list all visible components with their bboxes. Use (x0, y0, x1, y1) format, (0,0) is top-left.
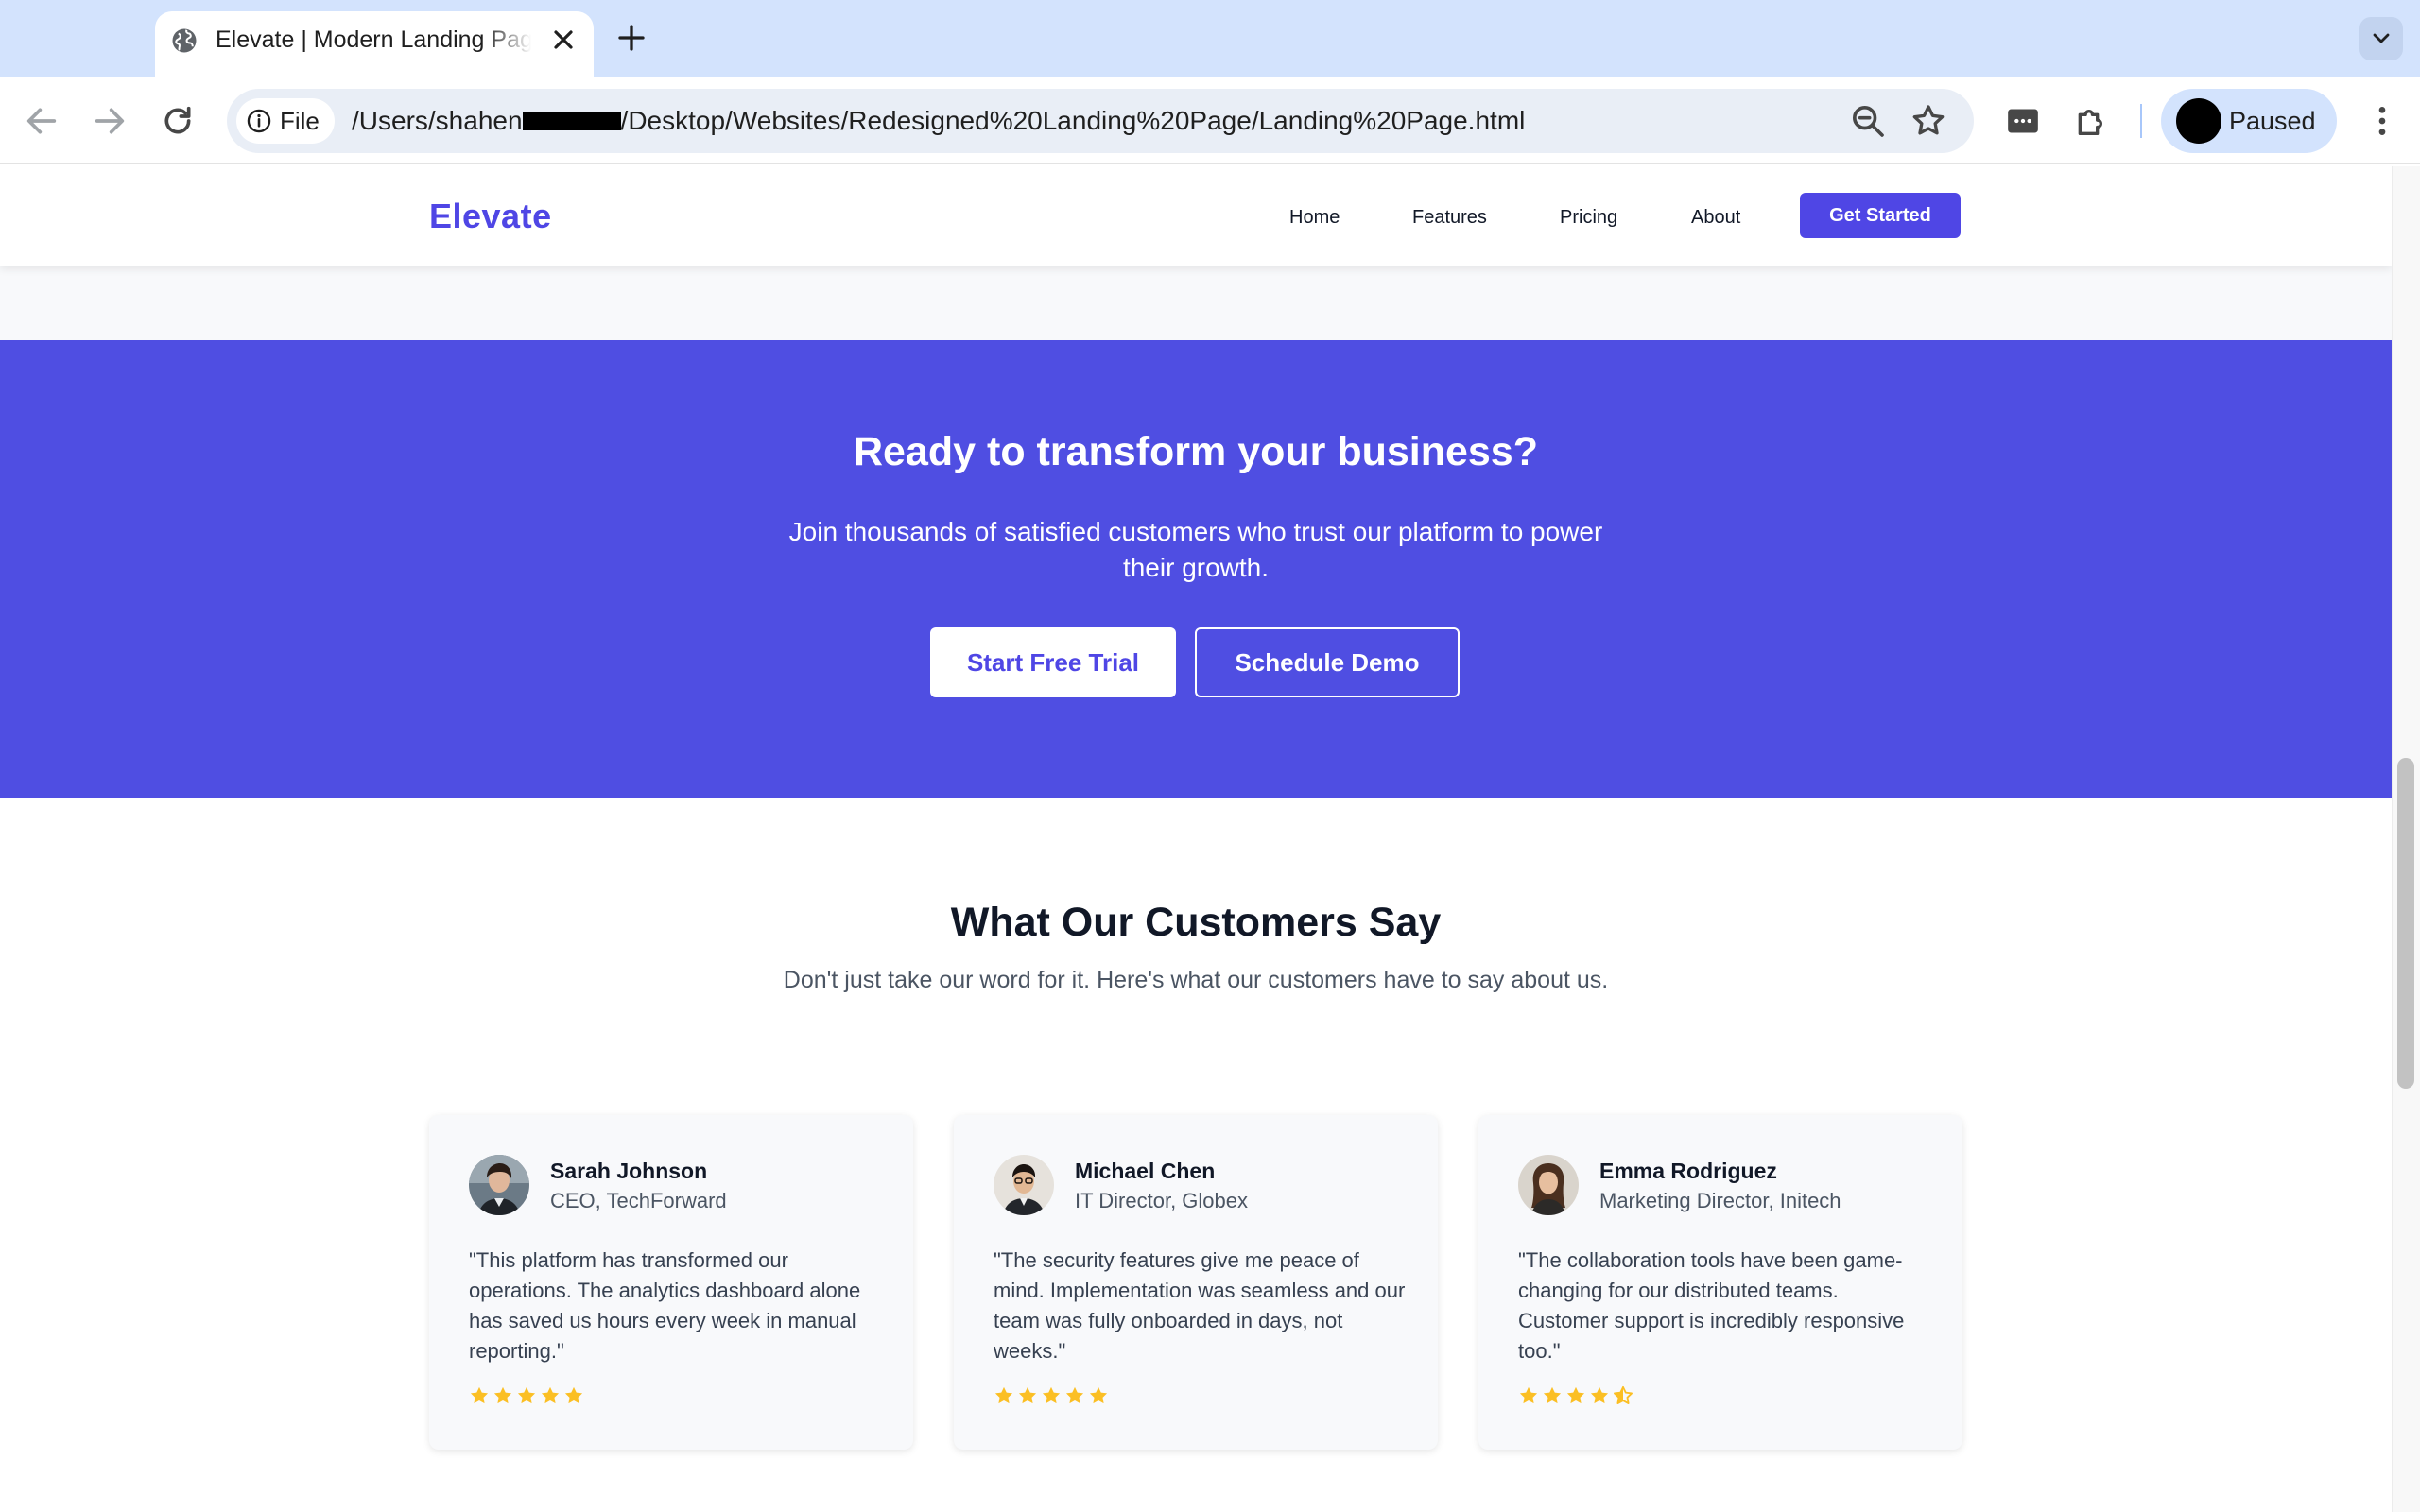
password-manager-icon[interactable] (2004, 102, 2042, 140)
person-photo (469, 1155, 529, 1215)
person-role: IT Director, Globex (1075, 1189, 1248, 1212)
extensions-puzzle-icon[interactable] (2072, 102, 2110, 140)
star-icon (493, 1386, 512, 1404)
url-text[interactable]: /Users/shahen/Desktop/Websites/Redesigne… (352, 102, 1525, 140)
avatar (1518, 1155, 1579, 1215)
star-icon (564, 1386, 583, 1404)
star-icon (1018, 1386, 1037, 1404)
star-rating (469, 1385, 584, 1412)
close-icon[interactable] (548, 25, 579, 55)
testimonial-quote: "The security features give me peace of … (994, 1248, 1406, 1363)
cta-title: Ready to transform your business? (854, 429, 1538, 474)
tab-title: Elevate | Modern Landing Page (216, 26, 531, 53)
section-gap (0, 266, 2392, 340)
person-photo (1518, 1155, 1579, 1215)
person-name: Michael Chen (1075, 1159, 1216, 1183)
testimonial-quote: "The collaboration tools have been game-… (1518, 1248, 1905, 1363)
star-icon (1065, 1386, 1084, 1404)
globe-icon (172, 28, 197, 53)
person-name: Sarah Johnson (550, 1159, 708, 1183)
star-icon (1543, 1386, 1562, 1404)
star-icon (1566, 1386, 1585, 1404)
toolbar-separator (2140, 104, 2142, 138)
tab-search-button[interactable] (2360, 17, 2403, 60)
forward-arrow-icon[interactable] (91, 102, 129, 140)
schedule-demo-button[interactable]: Schedule Demo (1195, 627, 1460, 697)
star-icon (1590, 1386, 1609, 1404)
testimonial-card: Emma Rodriguez Marketing Director, Inite… (1478, 1115, 1962, 1450)
star-rating (1518, 1385, 1634, 1412)
star-icon (1519, 1386, 1538, 1404)
star-icon (541, 1386, 560, 1404)
person-photo (994, 1155, 1054, 1215)
page-viewport: Elevate Home Features Pricing About Get … (0, 166, 2392, 1512)
person-name: Emma Rodriguez (1599, 1159, 1777, 1183)
url-suffix: /Desktop/Websites/Redesigned%20Landing%2… (620, 106, 1526, 135)
scrollbar-thumb[interactable] (2397, 758, 2414, 1089)
zoom-icon[interactable] (1849, 102, 1887, 140)
testimonial-card: Sarah Johnson CEO, TechForward "This pla… (429, 1115, 913, 1450)
nav-link-about[interactable]: About (1691, 198, 1740, 236)
person-role: Marketing Director, Initech (1599, 1189, 1841, 1212)
start-free-trial-button[interactable]: Start Free Trial (930, 627, 1176, 697)
redaction-bar (522, 111, 621, 130)
star-rating (994, 1385, 1109, 1412)
avatar (2176, 98, 2221, 144)
kebab-menu-icon[interactable] (2363, 102, 2401, 140)
bookmark-star-icon[interactable] (1910, 102, 1947, 140)
avatar (994, 1155, 1054, 1215)
star-icon (1089, 1386, 1108, 1404)
get-started-button[interactable]: Get Started (1800, 193, 1961, 238)
chevron-down-icon (2373, 33, 2390, 43)
star-icon (470, 1386, 489, 1404)
cta-subtitle: Join thousands of satisfied customers wh… (788, 517, 1603, 582)
back-arrow-icon[interactable] (23, 102, 60, 140)
nav-link-home[interactable]: Home (1289, 198, 1340, 236)
reload-icon[interactable] (159, 102, 197, 140)
profile-status-label: Paused (2229, 107, 2316, 135)
testimonial-card: Michael Chen IT Director, Globex "The se… (954, 1115, 1438, 1450)
nav-link-features[interactable]: Features (1412, 198, 1487, 236)
star-icon (994, 1386, 1013, 1404)
testimonials-subtitle: Don't just take our word for it. Here's … (783, 967, 1609, 993)
avatar (469, 1155, 529, 1215)
plus-icon[interactable] (614, 21, 648, 55)
nav-link-pricing[interactable]: Pricing (1560, 198, 1617, 236)
url-prefix: /Users/shahen (352, 106, 523, 135)
site-header: Elevate Home Features Pricing About Get … (0, 166, 2392, 266)
half-star-icon (1614, 1385, 1633, 1404)
site-logo[interactable]: Elevate (429, 193, 552, 240)
star-icon (1042, 1386, 1061, 1404)
testimonials-title: What Our Customers Say (950, 900, 1442, 945)
chip-label: File (280, 107, 320, 135)
star-icon (517, 1386, 536, 1404)
info-icon (247, 109, 271, 133)
person-role: CEO, TechForward (550, 1189, 727, 1212)
testimonial-quote: "This platform has transformed our opera… (469, 1248, 861, 1363)
